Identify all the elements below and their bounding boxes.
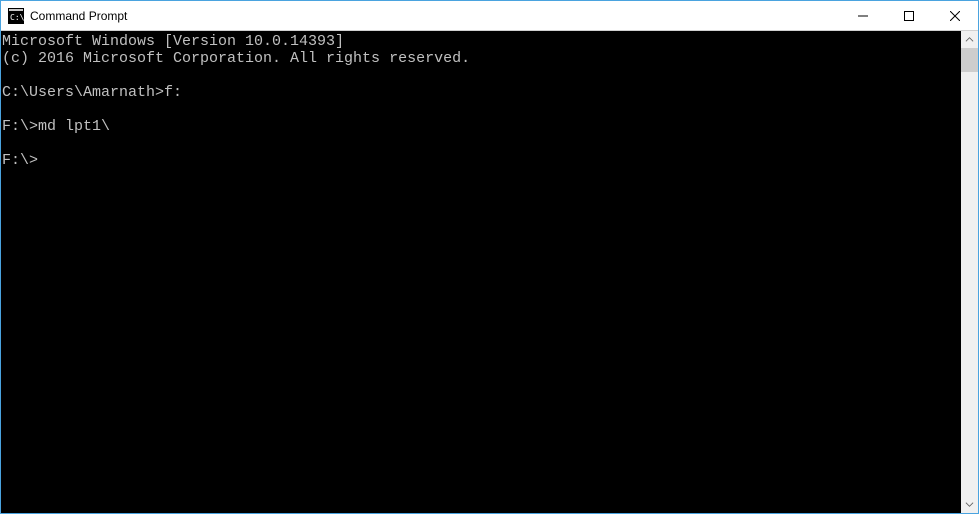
- titlebar[interactable]: C:\ Command Prompt: [1, 1, 978, 31]
- minimize-icon: [858, 11, 868, 21]
- chevron-down-icon: [965, 500, 974, 509]
- terminal-output[interactable]: Microsoft Windows [Version 10.0.14393](c…: [1, 31, 961, 513]
- window-controls: [840, 1, 978, 30]
- window-title: Command Prompt: [30, 9, 127, 23]
- terminal-line: [2, 67, 960, 84]
- close-icon: [950, 11, 960, 21]
- maximize-button[interactable]: [886, 1, 932, 30]
- content-area: Microsoft Windows [Version 10.0.14393](c…: [1, 31, 978, 513]
- chevron-up-icon: [965, 35, 974, 44]
- close-button[interactable]: [932, 1, 978, 30]
- scroll-down-button[interactable]: [961, 496, 978, 513]
- vertical-scrollbar[interactable]: [961, 31, 978, 513]
- scrollbar-track[interactable]: [961, 48, 978, 496]
- terminal-line: F:\>: [2, 152, 960, 169]
- minimize-button[interactable]: [840, 1, 886, 30]
- app-icon: C:\: [8, 8, 24, 24]
- terminal-line: F:\>md lpt1\: [2, 118, 960, 135]
- terminal-line: Microsoft Windows [Version 10.0.14393]: [2, 33, 960, 50]
- terminal-line: C:\Users\Amarnath>f:: [2, 84, 960, 101]
- command-prompt-window: C:\ Command Prompt: [0, 0, 979, 514]
- scroll-up-button[interactable]: [961, 31, 978, 48]
- terminal-line: [2, 135, 960, 152]
- terminal-line: (c) 2016 Microsoft Corporation. All righ…: [2, 50, 960, 67]
- svg-text:C:\: C:\: [10, 13, 24, 22]
- scrollbar-thumb[interactable]: [961, 48, 978, 72]
- terminal-line: [2, 101, 960, 118]
- maximize-icon: [904, 11, 914, 21]
